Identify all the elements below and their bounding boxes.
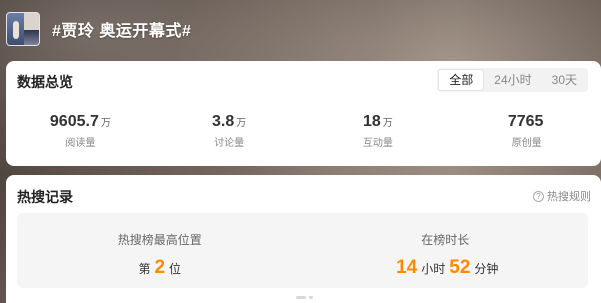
hours-unit: 小时 xyxy=(421,262,446,276)
hot-search-rules-link[interactable]: ? 热搜规则 xyxy=(533,188,591,204)
highest-rank-label: 热搜榜最高位置 xyxy=(117,233,202,247)
rank-number: 2 xyxy=(154,257,166,278)
highest-rank-value: 第2位 xyxy=(17,257,303,279)
overview-title: 数据总览 xyxy=(17,74,73,90)
hot-search-card: 热搜记录 ? 热搜规则 热搜榜最高位置 第2位 在榜时长 14 小时 52 分钟 xyxy=(6,175,601,303)
stat-label: 讨论量 xyxy=(214,138,245,149)
duration-value: 14 小时 52 分钟 xyxy=(303,257,589,279)
question-circle-icon: ? xyxy=(533,190,544,202)
stat-label: 原创量 xyxy=(511,138,542,149)
minutes-unit: 分钟 xyxy=(474,262,499,276)
scroll-indicator xyxy=(296,296,313,299)
topic-title: #贾玲 奥运开幕式# xyxy=(52,23,192,40)
rank-prefix: 第 xyxy=(138,262,151,276)
stat-value: 3.8 xyxy=(212,113,235,130)
stat-label: 阅读量 xyxy=(65,138,96,149)
rules-label: 热搜规则 xyxy=(547,191,591,203)
stat-label: 互动量 xyxy=(362,138,393,149)
tab-24h[interactable]: 24小时 xyxy=(484,69,541,91)
stat-value: 18 xyxy=(362,113,381,130)
stat-reads: 9605.7 万 阅读量 xyxy=(6,113,155,149)
tab-all[interactable]: 全部 xyxy=(438,69,485,91)
stat-value: 7765 xyxy=(507,113,544,130)
stat-unit: 万 xyxy=(100,118,111,129)
duration-minutes: 52 xyxy=(449,257,471,278)
time-range-tabs: 全部 24小时 30天 xyxy=(437,68,588,92)
stat-value: 9605.7 xyxy=(49,113,99,130)
duration-hours: 14 xyxy=(396,257,418,278)
rank-suffix: 位 xyxy=(169,262,182,276)
tab-30d[interactable]: 30天 xyxy=(542,69,587,91)
stat-unit: 万 xyxy=(236,118,247,129)
highest-rank-block: 热搜榜最高位置 第2位 xyxy=(17,213,303,288)
overview-card: 数据总览 全部 24小时 30天 9605.7 万 阅读量 3.8 万 讨论量 18… xyxy=(6,61,601,166)
duration-block: 在榜时长 14 小时 52 分钟 xyxy=(303,213,589,288)
topic-thumbnail[interactable] xyxy=(6,12,40,46)
hot-search-summary: 热搜榜最高位置 第2位 在榜时长 14 小时 52 分钟 xyxy=(17,213,588,288)
stat-originals: 7765 原创量 xyxy=(452,113,601,149)
topic-header: #贾玲 奥运开幕式# xyxy=(0,0,601,58)
stat-discussions: 3.8 万 讨论量 xyxy=(155,113,304,149)
stat-unit: 万 xyxy=(382,118,393,129)
stat-interactions: 18 万 互动量 xyxy=(304,113,453,149)
hot-search-title: 热搜记录 xyxy=(17,189,73,205)
stats-row: 9605.7 万 阅读量 3.8 万 讨论量 18 万 互动量 7765 原创量 xyxy=(6,113,601,149)
duration-label: 在榜时长 xyxy=(421,233,470,247)
